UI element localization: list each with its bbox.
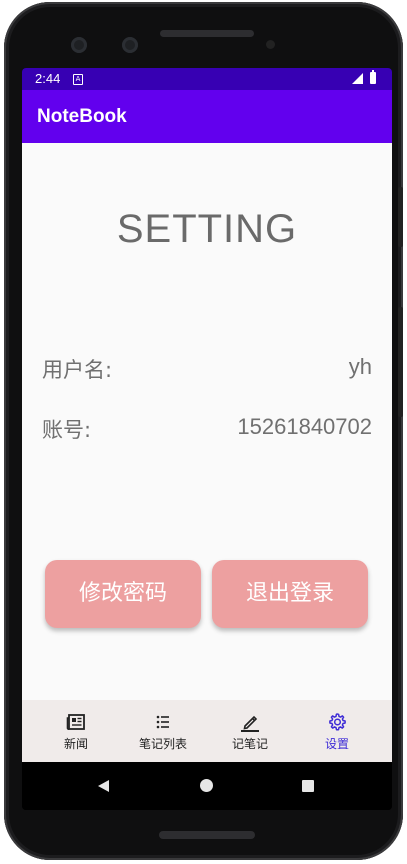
notification-icon: A: [73, 74, 83, 85]
settings-content: SETTING 用户名: yh 账号: 15261840702 修改密码 退出登…: [22, 143, 392, 700]
front-camera: [71, 37, 87, 53]
newspaper-icon: [66, 714, 85, 730]
front-camera-secondary: [122, 37, 138, 53]
recent-apps-icon[interactable]: [302, 780, 314, 792]
logout-button[interactable]: 退出登录: [212, 560, 368, 628]
pencil-icon: [241, 715, 259, 732]
signal-icon: [352, 73, 363, 84]
screen: 2:44 A NoteBook SETTING 用户名: yh 账号: 1526…: [22, 68, 392, 810]
list-icon: [156, 715, 169, 729]
nav-item-settings[interactable]: 设置: [291, 700, 383, 762]
app-title: NoteBook: [37, 106, 127, 127]
gear-icon: [329, 713, 346, 731]
volume-button: [398, 307, 403, 417]
app-bar: NoteBook: [22, 90, 392, 143]
home-icon[interactable]: [200, 779, 213, 792]
nav-label-news: 新闻: [63, 737, 88, 751]
bottom-speaker: [159, 831, 255, 839]
nav-item-news[interactable]: 新闻: [30, 700, 122, 762]
status-time: 2:44: [35, 71, 61, 86]
page-title: SETTING: [116, 207, 298, 251]
back-icon[interactable]: [98, 780, 109, 792]
account-value: 15261840702: [237, 414, 372, 439]
change-password-button[interactable]: 修改密码: [45, 560, 201, 628]
phone-frame: 2:44 A NoteBook SETTING 用户名: yh 账号: 1526…: [4, 2, 403, 860]
nav-label-write-note: 记笔记: [231, 737, 268, 751]
account-label: 账号:: [42, 418, 92, 442]
nav-item-note-list[interactable]: 笔记列表: [117, 700, 209, 762]
earpiece-speaker: [160, 30, 254, 37]
nav-label-note-list: 笔记列表: [138, 737, 187, 751]
username-label: 用户名:: [42, 358, 113, 382]
nav-item-write-note[interactable]: 记笔记: [204, 700, 296, 762]
proximity-sensor: [266, 40, 275, 49]
power-button: [398, 187, 403, 247]
username-value: yh: [348, 354, 372, 379]
nav-label-settings: 设置: [324, 737, 349, 751]
system-navigation-bar: [22, 762, 392, 810]
battery-icon: [370, 70, 376, 84]
status-bar: 2:44 A: [22, 68, 392, 90]
bottom-navigation: 新闻 笔记列表 记笔记 设置: [22, 700, 392, 762]
